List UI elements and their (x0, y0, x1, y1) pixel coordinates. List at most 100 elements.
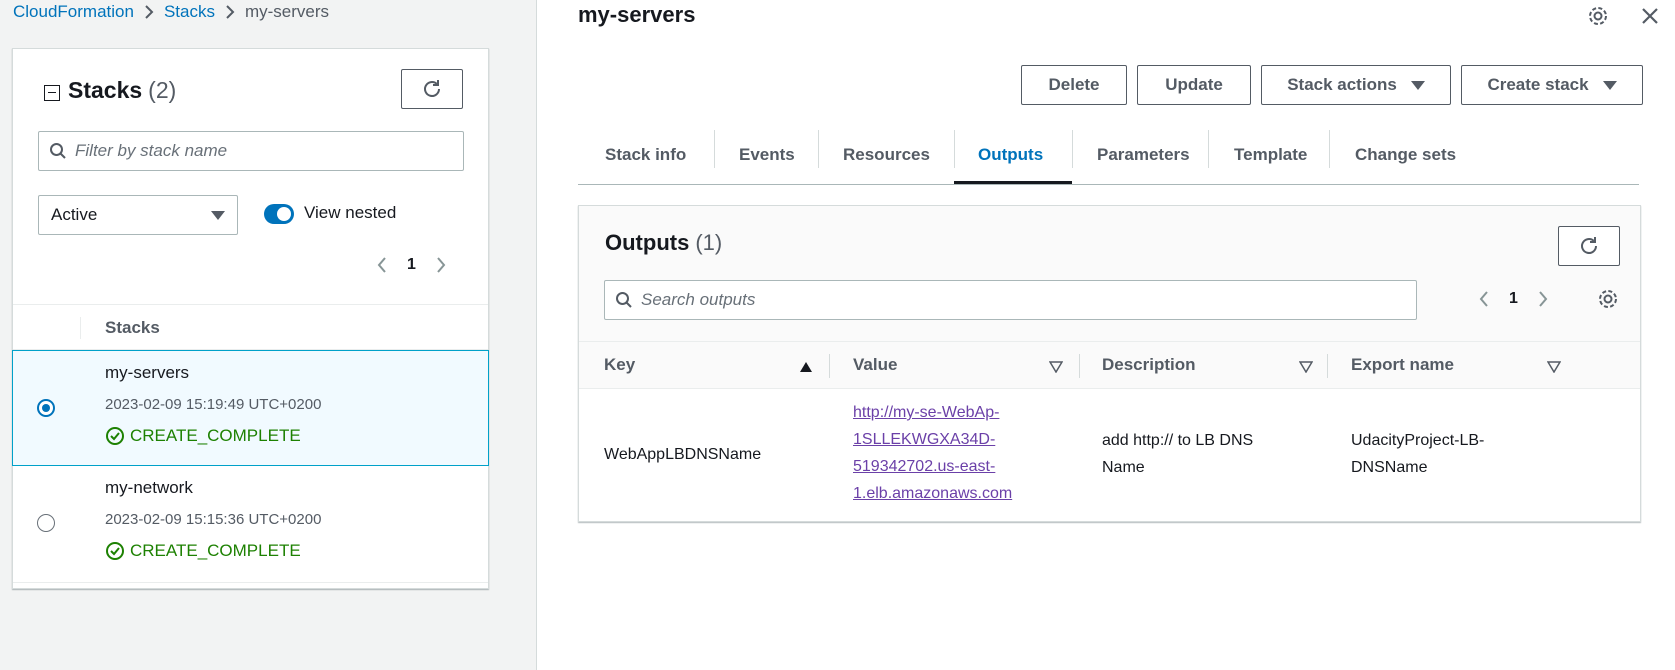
tab-resources[interactable]: Resources (843, 125, 930, 185)
sort-ascending-icon[interactable] (799, 360, 813, 378)
stack-created-date: 2023-02-09 15:19:49 UTC+0200 (105, 396, 322, 413)
caret-down-icon (1602, 80, 1617, 90)
stacks-refresh-button[interactable] (401, 69, 463, 109)
stack-radio-my-network[interactable] (37, 514, 55, 532)
status-filter-value: Active (51, 205, 98, 224)
chevron-left-icon[interactable] (369, 252, 395, 278)
stack-detail-tabs: Stack info Events Resources Outputs Para… (578, 125, 1639, 185)
collapse-icon[interactable] (44, 84, 60, 101)
page-title: my-servers (578, 2, 696, 27)
column-divider (80, 317, 81, 339)
create-stack-button[interactable]: Create stack (1461, 65, 1643, 105)
tab-change-sets[interactable]: Change sets (1355, 125, 1456, 185)
chevron-left-icon[interactable] (1471, 286, 1497, 312)
outputs-panel: Outputs (1) 1 Key (578, 205, 1641, 522)
breadcrumb-current: my-servers (244, 2, 330, 21)
outputs-pagination: 1 (1471, 286, 1556, 312)
output-value-link[interactable]: http://my-se-WebAp- 1SLLEKWGXA34D- 51934… (853, 404, 1012, 502)
output-value: http://my-se-WebAp- 1SLLEKWGXA34D- 51934… (853, 399, 1012, 507)
stack-name[interactable]: my-servers (105, 363, 189, 383)
refresh-icon (1581, 237, 1597, 254)
stacks-pagination: 1 (369, 252, 454, 278)
chevron-right-icon[interactable] (1530, 286, 1556, 312)
column-divider[interactable] (1079, 354, 1080, 378)
stack-status-text: CREATE_COMPLETE (130, 426, 301, 445)
active-tab-indicator (954, 181, 1072, 184)
stack-actions-label: Stack actions (1287, 75, 1397, 94)
output-key: WebAppLBDNSName (604, 446, 762, 463)
success-icon (106, 427, 124, 445)
output-export-name: UdacityProject-LB- DNSName (1351, 432, 1485, 476)
tab-divider (1208, 130, 1209, 168)
tab-stack-info[interactable]: Stack info (605, 125, 686, 185)
stacks-count: (2) (148, 77, 177, 103)
refresh-icon (424, 80, 440, 97)
stack-row-my-servers[interactable]: my-servers 2023-02-09 15:19:49 UTC+0200 … (12, 350, 489, 466)
chevron-right-icon[interactable] (428, 252, 454, 278)
sort-icon[interactable] (1546, 360, 1562, 378)
search-icon (616, 292, 632, 308)
stack-detail-pane: my-servers Delete Update Stack actions C… (538, 0, 1675, 670)
sort-icon[interactable] (1298, 360, 1314, 378)
stack-row-my-network[interactable]: my-network 2023-02-09 15:15:36 UTC+0200 … (13, 467, 488, 583)
view-nested-label: View nested (304, 203, 397, 222)
caret-down-icon (1410, 80, 1425, 90)
stacks-navigation-pane: CloudFormation Stacks my-servers Stacks … (0, 0, 537, 670)
tab-divider (1072, 130, 1073, 168)
outputs-header: Outputs (1) (605, 230, 722, 256)
stack-filter-input[interactable] (75, 141, 455, 161)
outputs-search-input[interactable] (641, 290, 1401, 310)
stacks-column-header: Stacks (105, 318, 160, 337)
stack-name[interactable]: my-network (105, 478, 193, 498)
sort-icon[interactable] (1048, 360, 1064, 378)
tab-divider (1329, 130, 1330, 168)
stack-filter-field[interactable] (38, 131, 464, 171)
breadcrumb-cloudformation[interactable]: CloudFormation (13, 2, 134, 22)
stacks-table-header: Stacks (13, 304, 488, 350)
stack-radio-my-servers[interactable] (37, 399, 55, 417)
tab-divider (954, 130, 955, 168)
column-header-key[interactable]: Key (604, 355, 635, 375)
close-icon[interactable] (1638, 4, 1662, 28)
tab-divider (818, 130, 819, 168)
outputs-refresh-button[interactable] (1558, 226, 1620, 266)
current-page-number[interactable]: 1 (407, 256, 416, 274)
stacks-panel: Stacks (2) Active View nested 1 (12, 48, 489, 589)
update-button[interactable]: Update (1137, 65, 1251, 105)
output-description: add http:// to LB DNS Name (1102, 432, 1254, 476)
tab-outputs[interactable]: Outputs (978, 125, 1043, 185)
delete-button[interactable]: Delete (1021, 65, 1127, 105)
settings-icon[interactable] (1597, 288, 1619, 315)
stacks-title: Stacks (68, 77, 143, 103)
view-nested-toggle[interactable] (264, 204, 294, 224)
success-icon (106, 542, 124, 560)
tab-parameters[interactable]: Parameters (1097, 125, 1190, 185)
breadcrumb: CloudFormation Stacks my-servers (13, 2, 329, 22)
chevron-right-icon (225, 4, 235, 20)
outputs-search-field[interactable] (604, 280, 1417, 320)
column-divider[interactable] (829, 354, 830, 378)
current-page-number[interactable]: 1 (1509, 290, 1518, 308)
breadcrumb-stacks[interactable]: Stacks (164, 2, 215, 22)
stacks-header: Stacks (2) (44, 77, 176, 104)
caret-down-icon (211, 210, 225, 220)
create-stack-label: Create stack (1487, 75, 1589, 94)
settings-icon[interactable] (1586, 4, 1610, 28)
stack-status: CREATE_COMPLETE (105, 426, 301, 446)
stack-actions-button[interactable]: Stack actions (1261, 65, 1451, 105)
outputs-table-header: Key Value Description Export name (579, 341, 1640, 389)
column-divider[interactable] (1327, 354, 1328, 378)
tab-events[interactable]: Events (739, 125, 795, 185)
column-header-description[interactable]: Description (1102, 355, 1196, 375)
tab-divider (714, 130, 715, 168)
stack-status-text: CREATE_COMPLETE (130, 541, 301, 560)
outputs-title: Outputs (605, 230, 690, 255)
search-icon (50, 143, 66, 159)
stack-status: CREATE_COMPLETE (105, 541, 301, 561)
tab-template[interactable]: Template (1234, 125, 1307, 185)
column-header-export-name[interactable]: Export name (1351, 355, 1454, 375)
status-filter-select[interactable]: Active (38, 195, 238, 235)
table-row: WebAppLBDNSName http://my-se-WebAp- 1SLL… (579, 389, 1640, 521)
outputs-count: (1) (695, 230, 723, 255)
column-header-value[interactable]: Value (853, 355, 897, 375)
